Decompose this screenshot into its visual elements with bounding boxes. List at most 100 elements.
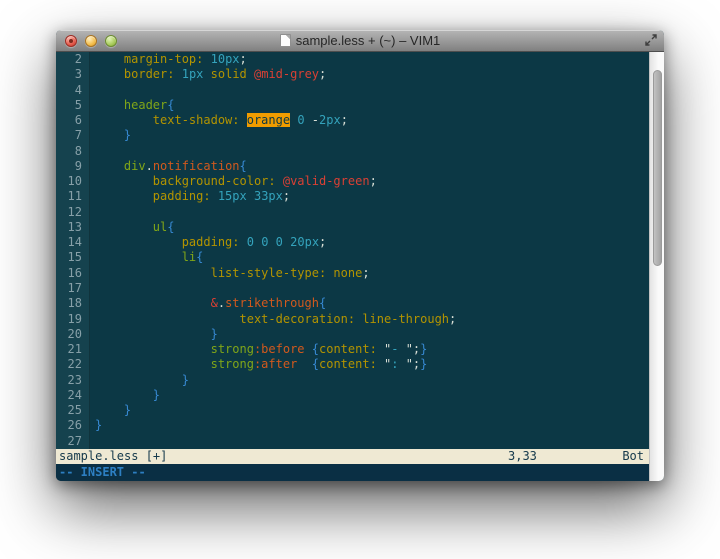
code-text: } [90,403,131,418]
code-text: } [90,418,102,433]
code-text [90,144,95,159]
scrollbar[interactable] [649,52,664,481]
cursor-position: 3,33 [508,449,537,464]
code-line: 25 } [56,403,649,418]
line-number: 2 [56,52,90,67]
line-number: 16 [56,266,90,281]
modified-dot-icon [69,39,73,43]
code-line: 3 border: 1px solid @mid-grey; [56,67,649,82]
line-number: 3 [56,67,90,82]
line-number: 11 [56,189,90,204]
line-number: 6 [56,113,90,128]
code-text: strong:after {content: ": ";} [90,357,427,372]
command-line: -- INSERT -- [56,464,649,481]
code-line: 24 } [56,388,649,403]
line-number: 12 [56,205,90,220]
code-text: text-decoration: line-through; [90,312,456,327]
document-icon [280,34,291,47]
code-text: div.notification{ [90,159,247,174]
code-text: } [90,327,218,342]
code-text: list-style-type: none; [90,266,370,281]
code-text [90,281,95,296]
code-line: 18 &.strikethrough{ [56,296,649,311]
mode-indicator: -- INSERT -- [59,465,146,479]
code-text: li{ [90,250,203,265]
code-text: &.strikethrough{ [90,296,326,311]
code-text: } [90,388,160,403]
code-line: 13 ul{ [56,220,649,235]
minimize-button[interactable] [85,35,97,47]
scrollbar-thumb[interactable] [653,70,662,266]
line-number: 24 [56,388,90,403]
fullscreen-icon[interactable] [644,33,658,47]
line-number: 19 [56,312,90,327]
editor-column: 2 margin-top: 10px;3 border: 1px solid @… [56,52,649,481]
code-line: 19 text-decoration: line-through; [56,312,649,327]
line-number: 15 [56,250,90,265]
window-title: sample.less + (~) – VIM1 [296,33,441,48]
line-number: 7 [56,128,90,143]
title-area: sample.less + (~) – VIM1 [56,30,664,51]
code-line: 8 [56,144,649,159]
status-bar: sample.less [+] 3,33 Bot [56,449,649,464]
code-line: 20 } [56,327,649,342]
desktop: sample.less + (~) – VIM1 2 margin-top: 1… [0,0,720,559]
titlebar[interactable]: sample.less + (~) – VIM1 [56,30,664,52]
line-number: 26 [56,418,90,433]
code-text: margin-top: 10px; [90,52,247,67]
code-line: 23 } [56,373,649,388]
zoom-button[interactable] [105,35,117,47]
code-line: 12 [56,205,649,220]
code-line: 17 [56,281,649,296]
code-line: 10 background-color: @valid-green; [56,174,649,189]
code-text: text-shadow: orange 0 -2px; [90,113,348,128]
code-line: 22 strong:after {content: ": ";} [56,357,649,372]
code-area[interactable]: 2 margin-top: 10px;3 border: 1px solid @… [56,52,649,449]
code-line: 14 padding: 0 0 0 20px; [56,235,649,250]
code-line: 7 } [56,128,649,143]
line-number: 18 [56,296,90,311]
code-line: 27 [56,434,649,449]
code-text: padding: 15px 33px; [90,189,290,204]
scroll-indicator: Bot [622,449,644,464]
line-number: 14 [56,235,90,250]
code-text: header{ [90,98,175,113]
line-number: 10 [56,174,90,189]
code-line: 11 padding: 15px 33px; [56,189,649,204]
window-content: 2 margin-top: 10px;3 border: 1px solid @… [56,52,664,481]
vim-window: sample.less + (~) – VIM1 2 margin-top: 1… [56,30,664,481]
line-number: 5 [56,98,90,113]
code-line: 5 header{ [56,98,649,113]
code-text: padding: 0 0 0 20px; [90,235,326,250]
code-line: 16 list-style-type: none; [56,266,649,281]
status-filename: sample.less [+] [59,449,167,463]
line-number: 21 [56,342,90,357]
line-number: 9 [56,159,90,174]
code-text: } [90,373,189,388]
window-controls [56,35,117,47]
code-text: ul{ [90,220,174,235]
code-text [90,83,95,98]
code-line: 26} [56,418,649,433]
line-number: 4 [56,83,90,98]
code-text: strong:before {content: "- ";} [90,342,427,357]
code-line: 15 li{ [56,250,649,265]
close-button[interactable] [65,35,77,47]
line-number: 20 [56,327,90,342]
line-number: 13 [56,220,90,235]
code-text [90,205,95,220]
code-line: 2 margin-top: 10px; [56,52,649,67]
code-line: 4 [56,83,649,98]
line-number: 22 [56,357,90,372]
line-number: 27 [56,434,90,449]
code-text: } [90,128,131,143]
code-text: background-color: @valid-green; [90,174,377,189]
code-line: 21 strong:before {content: "- ";} [56,342,649,357]
code-line: 6 text-shadow: orange 0 -2px; [56,113,649,128]
line-number: 23 [56,373,90,388]
code-line: 9 div.notification{ [56,159,649,174]
line-number: 25 [56,403,90,418]
code-text: border: 1px solid @mid-grey; [90,67,326,82]
line-number: 8 [56,144,90,159]
line-number: 17 [56,281,90,296]
